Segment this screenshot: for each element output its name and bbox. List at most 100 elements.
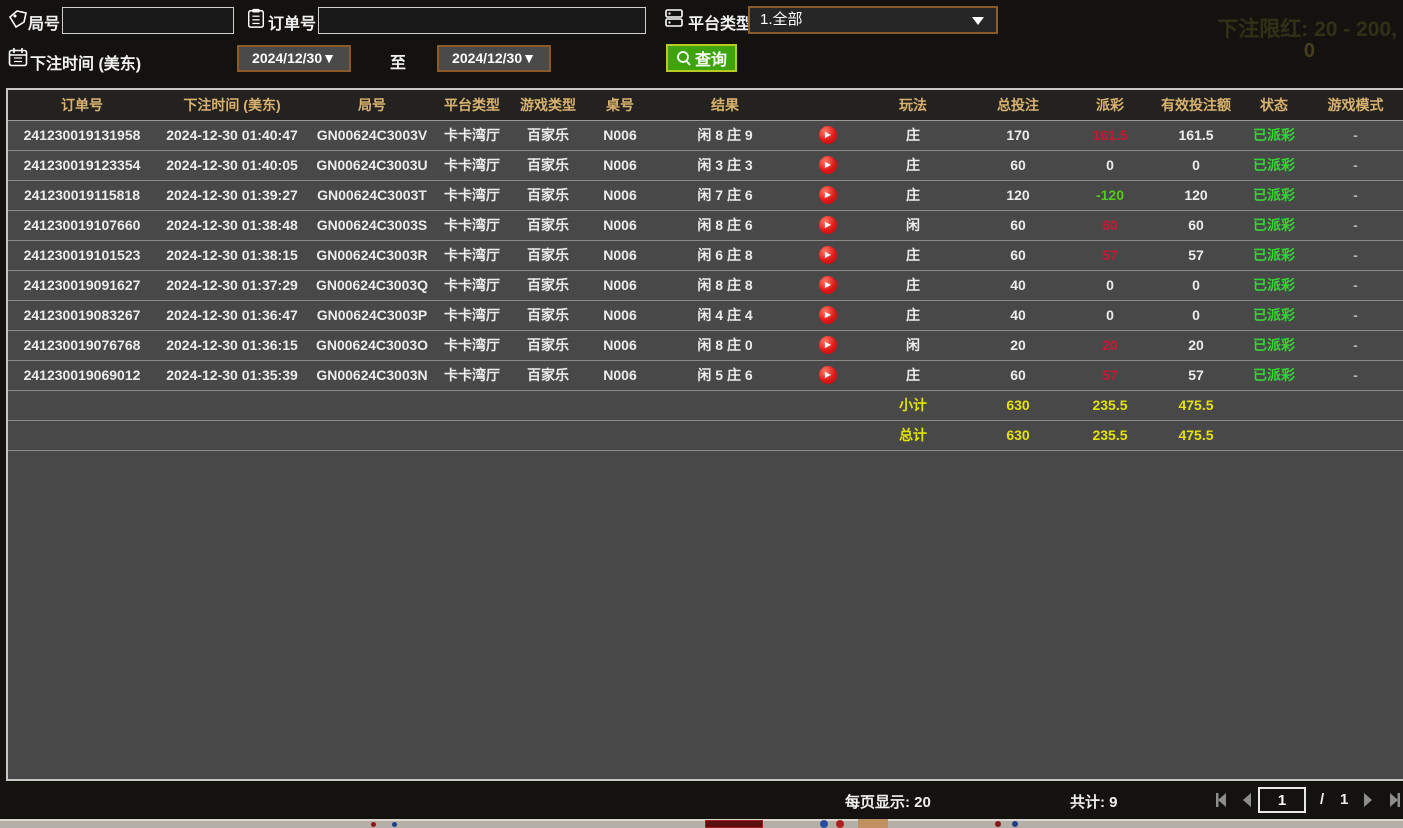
replay-video-icon[interactable]: ▶	[819, 276, 837, 294]
table-row: 2412300191076602024-12-30 01:38:48GN0062…	[8, 210, 1403, 240]
replay-cell: ▶	[798, 360, 858, 390]
replay-cell: ▶	[798, 330, 858, 360]
play-type-cell: 庄	[858, 240, 968, 270]
game-mode-cell: -	[1308, 270, 1403, 300]
table-row: 2412300191319582024-12-30 01:40:47GN0062…	[8, 120, 1403, 150]
game-type-cell: 百家乐	[508, 150, 588, 180]
col-game-mode: 游戏模式	[1308, 90, 1403, 120]
payout-cell: 0	[1068, 150, 1152, 180]
platform-icon	[664, 8, 684, 28]
table-number-cell: N006	[588, 270, 652, 300]
table-number-cell: N006	[588, 150, 652, 180]
table-number-cell: N006	[588, 360, 652, 390]
replay-video-icon[interactable]: ▶	[819, 216, 837, 234]
clipboard-icon	[246, 8, 266, 28]
status-cell: 已派彩	[1240, 330, 1308, 360]
platform-type-cell: 卡卡湾厅	[436, 270, 508, 300]
search-button[interactable]: 查询	[666, 44, 737, 72]
order-number-cell: 241230019115818	[8, 180, 156, 210]
replay-video-icon[interactable]: ▶	[819, 246, 837, 264]
game-mode-cell: -	[1308, 360, 1403, 390]
result-cell: 闲 4 庄 4	[652, 300, 798, 330]
game-number-cell: GN00624C3003N	[308, 360, 436, 390]
game-mode-cell: -	[1308, 180, 1403, 210]
valid-bet-cell: 60	[1152, 210, 1240, 240]
platform-type-cell: 卡卡湾厅	[436, 150, 508, 180]
result-cell: 闲 8 庄 6	[652, 210, 798, 240]
last-page-icon[interactable]	[1384, 790, 1403, 810]
platform-select[interactable]: 1.全部	[748, 6, 998, 34]
subtotal-empty	[1240, 390, 1308, 420]
game-number-cell: GN00624C3003R	[308, 240, 436, 270]
col-table-number: 桌号	[588, 90, 652, 120]
payout-cell: 57	[1068, 240, 1152, 270]
status-cell: 已派彩	[1240, 300, 1308, 330]
replay-video-icon[interactable]: ▶	[819, 126, 837, 144]
game-no-input[interactable]	[62, 7, 234, 34]
replay-video-icon[interactable]: ▶	[819, 366, 837, 384]
order-no-input[interactable]	[318, 7, 646, 34]
table-row: 2412300191158182024-12-30 01:39:27GN0062…	[8, 180, 1403, 210]
table-row: 2412300190916272024-12-30 01:37:29GN0062…	[8, 270, 1403, 300]
game-number-cell: GN00624C3003S	[308, 210, 436, 240]
replay-video-icon[interactable]: ▶	[819, 186, 837, 204]
col-game-type: 游戏类型	[508, 90, 588, 120]
replay-cell: ▶	[798, 120, 858, 150]
bet-time-label: 下注时间 (美东)	[30, 50, 141, 74]
replay-cell: ▶	[798, 240, 858, 270]
play-type-cell: 闲	[858, 330, 968, 360]
first-page-icon[interactable]	[1212, 790, 1232, 810]
replay-video-icon[interactable]: ▶	[819, 306, 837, 324]
next-page-icon[interactable]	[1358, 790, 1378, 810]
background-game-strip	[0, 819, 1403, 828]
date-to-picker[interactable]: 2024/12/30▼	[437, 45, 551, 72]
game-type-cell: 百家乐	[508, 210, 588, 240]
valid-bet-cell: 120	[1152, 180, 1240, 210]
bet-time-cell: 2024-12-30 01:35:39	[156, 360, 308, 390]
status-cell: 已派彩	[1240, 210, 1308, 240]
col-order-number: 订单号	[8, 90, 156, 120]
page-number-input[interactable]	[1258, 787, 1306, 813]
table-header-row: 订单号 下注时间 (美东) 局号 平台类型 游戏类型 桌号 结果 玩法 总投注 …	[8, 90, 1403, 120]
game-mode-cell: -	[1308, 210, 1403, 240]
search-icon	[676, 50, 692, 66]
replay-cell: ▶	[798, 180, 858, 210]
order-number-cell: 241230019131958	[8, 120, 156, 150]
replay-video-icon[interactable]: ▶	[819, 336, 837, 354]
col-valid-bet: 有效投注额	[1152, 90, 1240, 120]
replay-video-icon[interactable]: ▶	[819, 156, 837, 174]
platform-label: 平台类型	[688, 10, 752, 34]
platform-type-cell: 卡卡湾厅	[436, 120, 508, 150]
date-from-picker[interactable]: 2024/12/30▼	[237, 45, 351, 72]
chevron-down-icon	[972, 17, 984, 25]
page-separator: /	[1320, 791, 1324, 808]
prev-page-icon[interactable]	[1237, 790, 1257, 810]
bet-time-cell: 2024-12-30 01:36:47	[156, 300, 308, 330]
platform-type-cell: 卡卡湾厅	[436, 180, 508, 210]
background-limit-text: 下注限红: 20 - 200,	[1217, 13, 1397, 43]
bet-history-page: { "filters": { "game_no_label": "局号", "g…	[0, 0, 1403, 828]
play-type-cell: 庄	[858, 150, 968, 180]
valid-bet-cell: 0	[1152, 270, 1240, 300]
subtotal-row: 小计 630 235.5 475.5	[8, 390, 1403, 420]
platform-type-cell: 卡卡湾厅	[436, 360, 508, 390]
result-cell: 闲 8 庄 8	[652, 270, 798, 300]
result-cell: 闲 8 庄 0	[652, 330, 798, 360]
table-number-cell: N006	[588, 180, 652, 210]
subtotal-label: 小计	[858, 390, 968, 420]
status-cell: 已派彩	[1240, 150, 1308, 180]
payout-cell: 161.5	[1068, 120, 1152, 150]
valid-bet-cell: 57	[1152, 240, 1240, 270]
order-no-label: 订单号	[268, 10, 316, 34]
search-button-label: 查询	[695, 46, 727, 70]
table-row: 2412300190767682024-12-30 01:36:15GN0062…	[8, 330, 1403, 360]
subtotal-spacer	[8, 390, 858, 420]
total-total-bet: 630	[968, 420, 1068, 450]
total-bet-cell: 20	[968, 330, 1068, 360]
payout-cell: -120	[1068, 180, 1152, 210]
col-game-number: 局号	[308, 90, 436, 120]
platform-type-cell: 卡卡湾厅	[436, 240, 508, 270]
result-cell: 闲 7 庄 6	[652, 180, 798, 210]
valid-bet-cell: 0	[1152, 300, 1240, 330]
bet-time-cell: 2024-12-30 01:38:48	[156, 210, 308, 240]
